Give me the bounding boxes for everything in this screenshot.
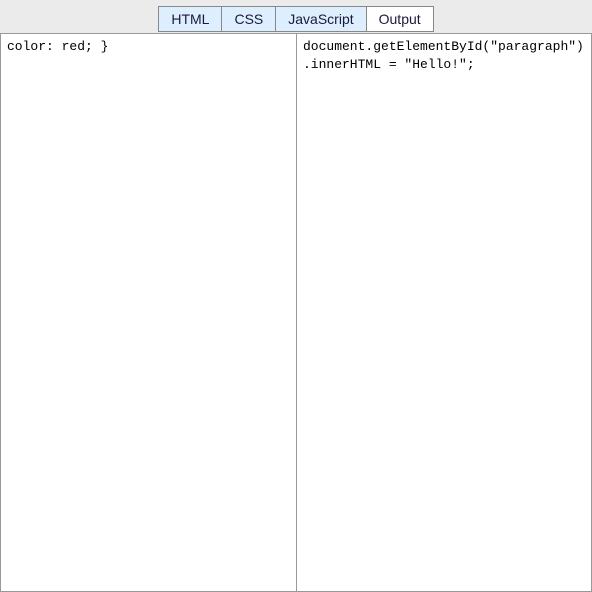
tab-css[interactable]: CSS xyxy=(221,6,276,32)
tab-html[interactable]: HTML xyxy=(158,6,222,32)
toolbar: HTML CSS JavaScript Output xyxy=(0,0,592,33)
tab-javascript[interactable]: JavaScript xyxy=(275,6,366,32)
editor-panes: color: red; } document.getElementById("p… xyxy=(0,33,592,592)
css-editor-pane[interactable]: color: red; } xyxy=(0,33,296,592)
javascript-editor-pane[interactable]: document.getElementById("paragraph").inn… xyxy=(296,33,592,592)
tab-group: HTML CSS JavaScript Output xyxy=(158,6,433,32)
tab-output[interactable]: Output xyxy=(366,6,434,32)
